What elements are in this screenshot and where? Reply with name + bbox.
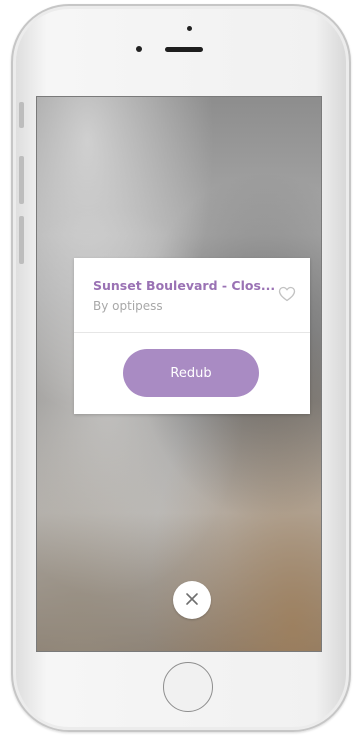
home-button[interactable]	[163, 662, 213, 712]
dub-author[interactable]: By optipess	[93, 299, 163, 313]
card-header: Sunset Boulevard - Clos... By optipess	[74, 258, 310, 333]
device-mockup: Sunset Boulevard - Clos... By optipess R…	[0, 0, 360, 738]
mute-switch	[19, 102, 24, 128]
heart-icon[interactable]	[278, 286, 296, 302]
dub-card: Sunset Boulevard - Clos... By optipess R…	[74, 258, 310, 414]
volume-down-button	[19, 216, 24, 264]
screen: Sunset Boulevard - Clos... By optipess R…	[36, 96, 322, 652]
close-button[interactable]	[173, 581, 211, 619]
redub-button[interactable]: Redub	[123, 349, 259, 397]
dub-title[interactable]: Sunset Boulevard - Clos...	[93, 278, 275, 293]
close-icon	[185, 591, 199, 610]
earpiece-speaker	[165, 47, 203, 52]
front-camera	[136, 46, 142, 52]
proximity-sensor	[187, 26, 192, 31]
volume-up-button	[19, 156, 24, 204]
